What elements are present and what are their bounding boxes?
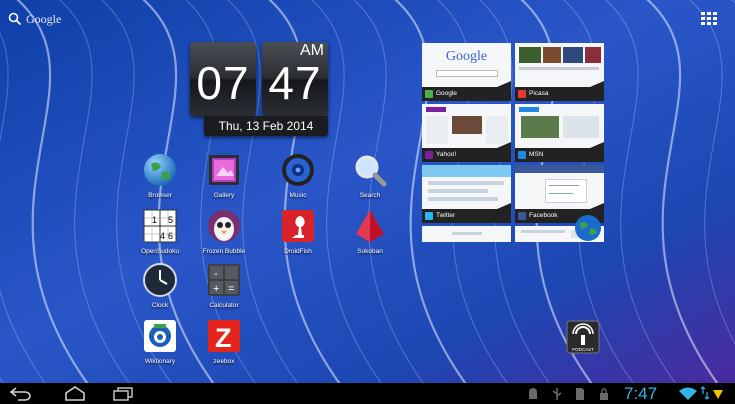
penguin-icon xyxy=(208,210,240,242)
app-clock[interactable]: Clock xyxy=(128,262,192,320)
search-label: Google xyxy=(26,11,62,26)
calc-glyph: - xyxy=(214,268,218,280)
podcast-icon: PODCAST xyxy=(566,320,600,354)
app-music[interactable]: Music xyxy=(266,152,330,210)
bookmark-label: Twitter xyxy=(436,212,456,219)
app-wiktionary[interactable]: Wiktionary xyxy=(128,318,192,376)
chess-icon xyxy=(282,210,314,242)
calculator-icon: -= + xyxy=(208,264,240,296)
clock-hour: 07 xyxy=(196,57,250,109)
bookmark-yahoo[interactable]: Yahoo! xyxy=(422,104,511,162)
sd-card-icon xyxy=(576,388,584,400)
bookmark-label: MSN xyxy=(529,151,544,158)
app-zeebox[interactable]: Z zeebox xyxy=(192,318,256,376)
sudoku-digit: 6 xyxy=(168,231,173,241)
minute-card: AM 47 xyxy=(262,42,328,116)
wifi-icon xyxy=(679,387,697,400)
lock-icon xyxy=(600,388,608,400)
sudoku-icon: 1 54 6 xyxy=(143,209,177,243)
app-opensudoku[interactable]: 1546 OpenSudoku xyxy=(128,208,192,266)
signal-arrows-icon xyxy=(700,386,710,400)
google-search-button[interactable]: Google xyxy=(8,8,61,30)
bookmark-google[interactable]: Google Google xyxy=(422,43,511,101)
bookmark-msn[interactable]: MSN xyxy=(515,104,604,162)
app-label: Frozen Bubble xyxy=(202,248,246,255)
gallery-icon xyxy=(209,155,239,185)
picasa-favicon-icon xyxy=(518,90,526,98)
bookmark-label: Yahoo! xyxy=(436,151,457,158)
bookmark-label: Google xyxy=(436,90,457,97)
clock-widget[interactable]: 07 AM 47 Thu, 13 Feb 2014 xyxy=(190,42,331,138)
hour-card: 07 xyxy=(190,42,256,116)
bookmarks-widget: Google Google Picasa Yahoo! MSN Twitter xyxy=(419,40,607,244)
bookmark-label: Facebook xyxy=(529,212,558,219)
podcast-label: PODCAST xyxy=(572,347,594,352)
app-label: Search xyxy=(359,192,381,199)
system-navigation-bar: 7:47 xyxy=(0,383,735,404)
app-label: Sokoban xyxy=(357,248,383,255)
back-icon[interactable] xyxy=(10,387,32,401)
app-frozen-bubble[interactable]: Frozen Bubble xyxy=(192,208,256,266)
sudoku-digit: 5 xyxy=(168,215,173,225)
search-icon xyxy=(8,12,22,26)
app-browser[interactable]: Browser xyxy=(128,152,192,210)
android-debug-icon xyxy=(529,388,537,399)
google-thumb-text: Google xyxy=(445,49,488,64)
app-label: Gallery xyxy=(213,192,235,199)
browser-badge-globe-icon xyxy=(575,215,601,241)
battery-icon xyxy=(713,390,723,399)
app-label: Calculator xyxy=(209,302,239,309)
app-calculator[interactable]: - = + Calculator xyxy=(192,262,256,320)
twitter-favicon-icon xyxy=(425,212,433,220)
app-label: Music xyxy=(289,192,307,199)
speaker-icon xyxy=(282,154,314,186)
clock-minute: 47 xyxy=(268,57,322,109)
all-apps-icon[interactable] xyxy=(701,12,717,26)
zeebox-icon: Z xyxy=(208,320,240,353)
clock-date: Thu, 13 Feb 2014 xyxy=(204,116,328,136)
wiktionary-icon xyxy=(144,320,176,352)
sudoku-digit: 4 xyxy=(160,231,165,241)
app-droidfish[interactable]: DroidFish xyxy=(266,208,330,266)
calc-glyph: = xyxy=(228,283,234,295)
app-label: DroidFish xyxy=(284,248,312,255)
status-time[interactable]: 7:47 xyxy=(624,384,657,403)
globe-icon xyxy=(144,154,176,186)
app-search[interactable]: Search xyxy=(338,152,402,210)
sudoku-digit: 1 xyxy=(152,215,157,225)
google-favicon-icon xyxy=(425,90,433,98)
gem-icon xyxy=(356,210,384,242)
magnifier-icon xyxy=(355,155,387,187)
bookmark-partial-left[interactable] xyxy=(422,226,511,242)
facebook-favicon-icon xyxy=(518,212,526,220)
recent-apps-icon[interactable] xyxy=(112,387,134,401)
bookmark-label: Picasa xyxy=(529,90,549,97)
msn-favicon-icon xyxy=(518,151,526,159)
app-gallery[interactable]: Gallery xyxy=(192,152,256,210)
app-sokoban[interactable]: Sokoban xyxy=(338,208,402,266)
usb-icon xyxy=(552,388,562,400)
calc-glyph: + xyxy=(213,283,219,295)
analog-clock-icon xyxy=(143,263,177,297)
bookmark-twitter[interactable]: Twitter xyxy=(422,165,511,223)
home-icon[interactable] xyxy=(64,386,86,401)
app-label: zeebox xyxy=(213,358,235,365)
bookmark-picasa[interactable]: Picasa xyxy=(515,43,604,101)
podcast-shortcut[interactable]: PODCAST xyxy=(566,320,600,358)
zeebox-letter: Z xyxy=(215,323,232,353)
yahoo-favicon-icon xyxy=(425,151,433,159)
